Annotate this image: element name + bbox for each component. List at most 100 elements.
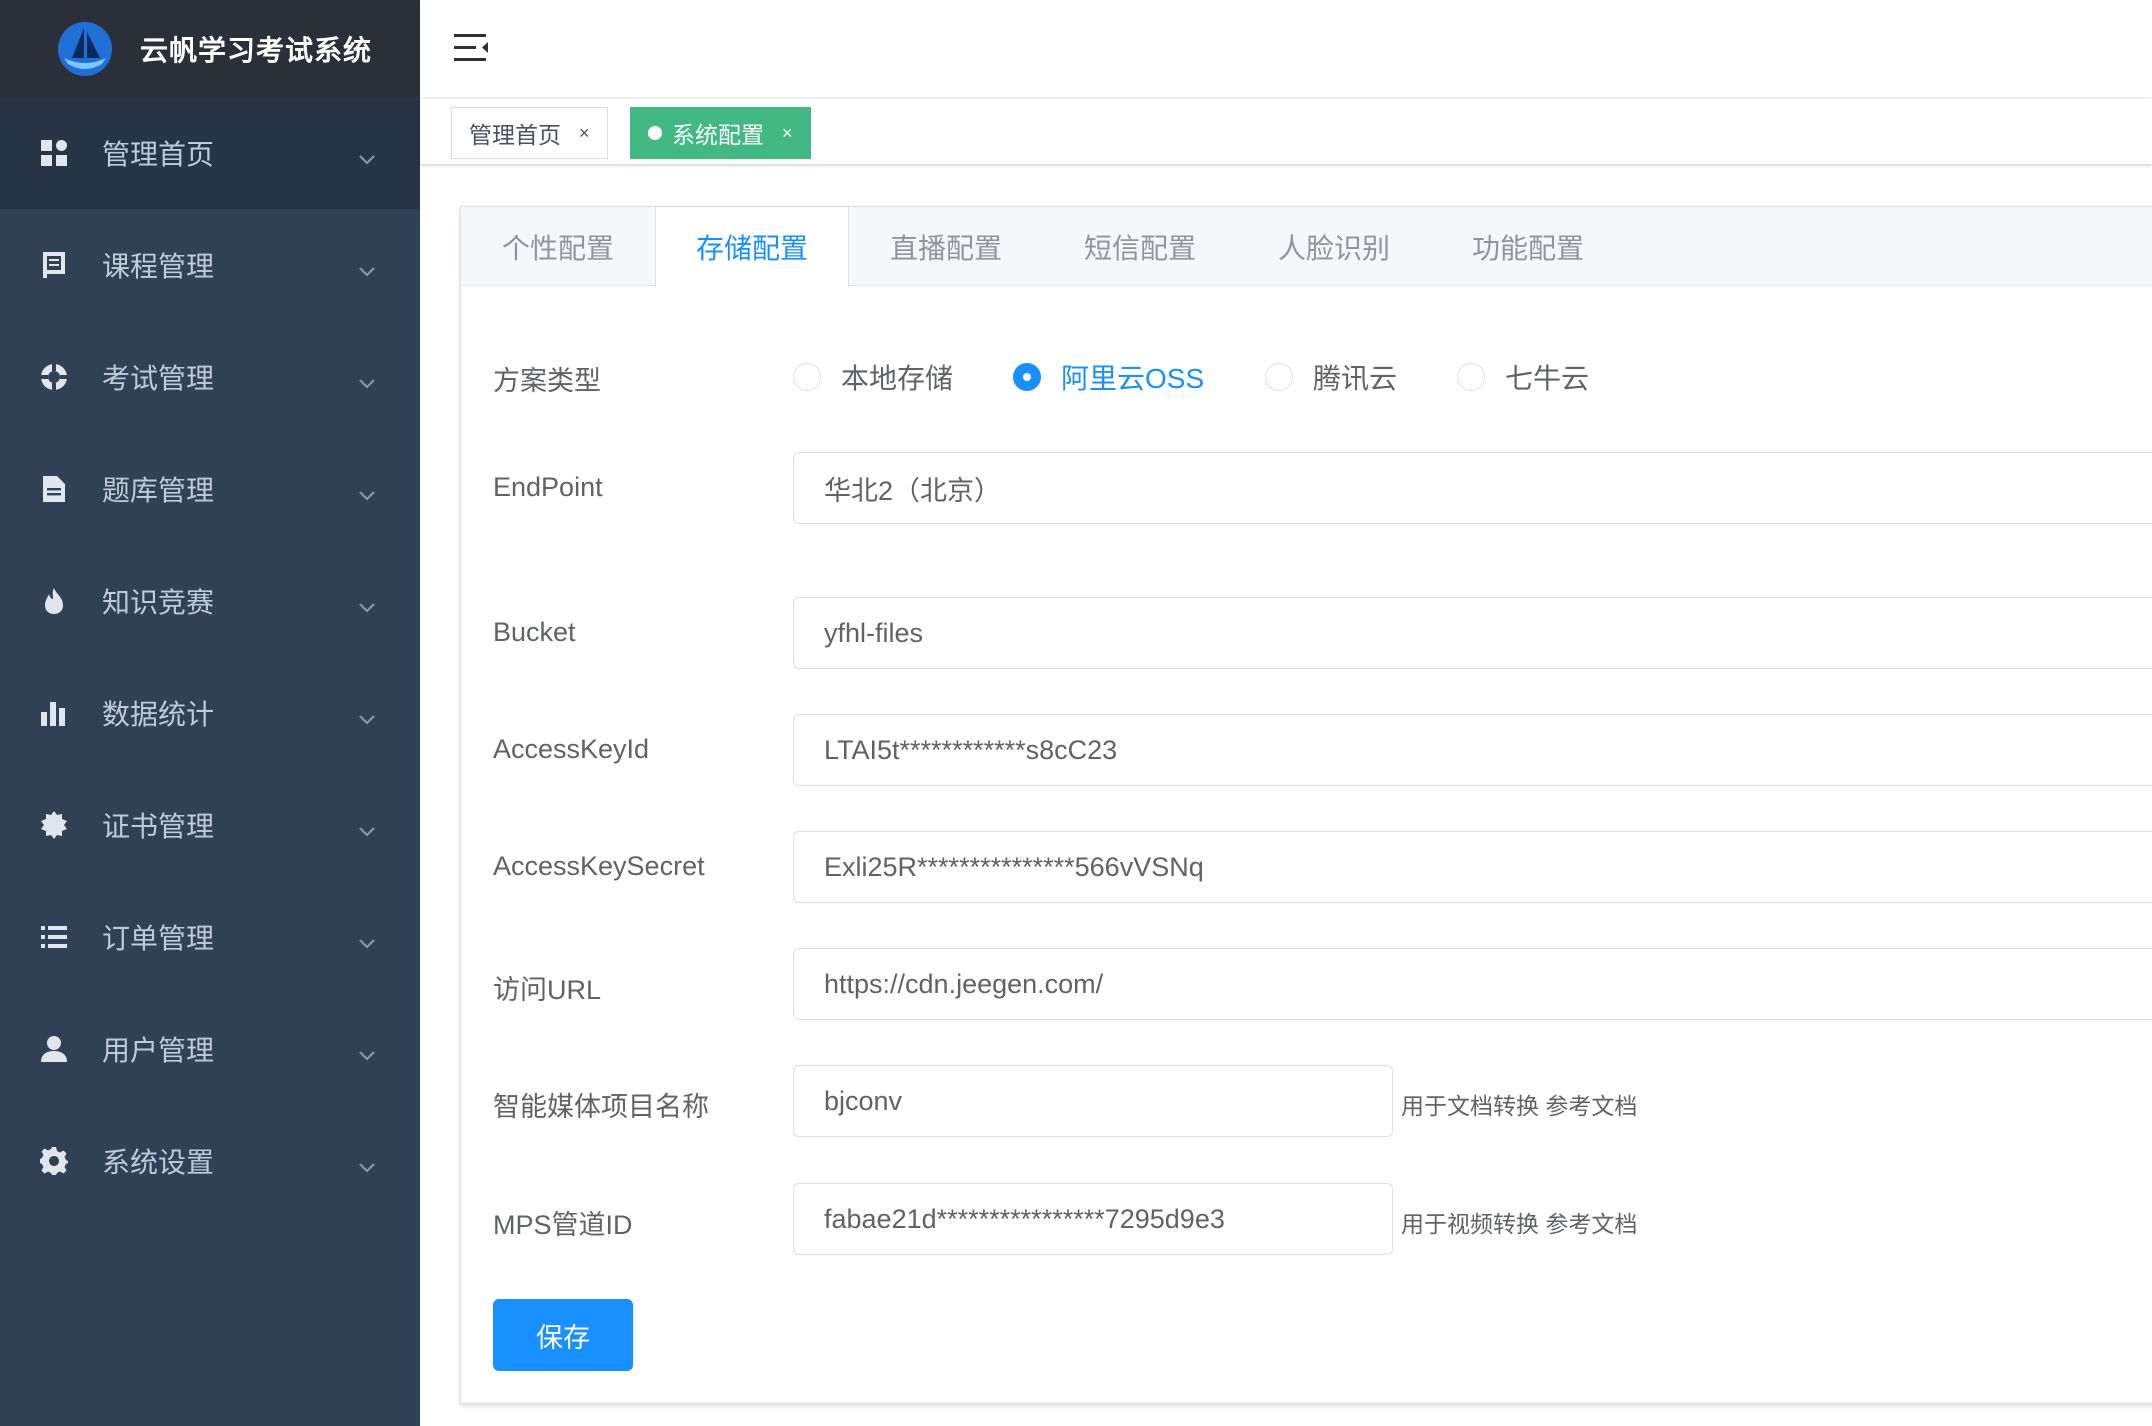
close-icon[interactable]: ×: [579, 123, 590, 144]
radio-aliyun-oss[interactable]: 阿里云OSS: [1013, 357, 1204, 397]
bucket-row: Bucket yfhl-files: [461, 597, 2152, 669]
tabs-header: 个性配置 存储配置 直播配置 短信配置 人脸识别 功能配置: [461, 207, 2152, 287]
bucket-input[interactable]: yfhl-files: [793, 597, 2152, 669]
sidebar-item-label: 知识竞赛: [102, 587, 215, 618]
sidebar-item-label: 管理首页: [102, 139, 215, 170]
active-dot-icon: [648, 126, 662, 140]
radio-circle: [1457, 363, 1485, 391]
tag-label: 管理首页: [469, 122, 561, 148]
fire-icon: [38, 585, 70, 617]
sidebar-item-label: 考试管理: [102, 363, 215, 394]
sidebar-item-label: 用户管理: [102, 1035, 215, 1066]
logo-bar: 云帆学习考试系统: [0, 0, 420, 97]
exam-icon: [38, 361, 70, 393]
bucket-label: Bucket: [493, 617, 576, 647]
sidebar-item-label: 系统设置: [102, 1147, 215, 1178]
chevron-down-icon: [358, 477, 376, 501]
sidebar-item-settings[interactable]: 系统设置: [0, 1105, 420, 1217]
sidebar-item-label: 课程管理: [102, 251, 215, 282]
chevron-down-icon: [358, 1037, 376, 1061]
dashboard-icon: [38, 137, 70, 169]
radio-circle: [793, 363, 821, 391]
access-key-id-input[interactable]: LTAI5t************s8cC23: [793, 714, 2152, 786]
access-url-input[interactable]: https://cdn.jeegen.com/: [793, 948, 2152, 1020]
radio-label: 七牛云: [1505, 363, 1590, 394]
bar-chart-icon: [38, 697, 70, 729]
access-key-secret-input[interactable]: Exli25R***************566vVSNq: [793, 831, 2152, 903]
chevron-down-icon: [358, 141, 376, 165]
tab-personal-config[interactable]: 个性配置: [461, 207, 655, 286]
user-icon: [38, 1033, 70, 1065]
radio-local-storage[interactable]: 本地存储: [793, 357, 953, 397]
gear-icon: [38, 1145, 70, 1177]
sidebar-item-question-bank[interactable]: 题库管理: [0, 433, 420, 545]
sidebar-item-course[interactable]: 课程管理: [0, 209, 420, 321]
logo-icon: [58, 21, 112, 76]
question-bank-icon: [38, 473, 70, 505]
navbar: [420, 0, 2152, 97]
access-key-id-row: AccessKeyId LTAI5t************s8cC23: [461, 714, 2152, 786]
chevron-down-icon: [358, 701, 376, 725]
media-project-help[interactable]: 用于文档转换 参考文档: [1401, 1087, 1637, 1121]
radio-label: 阿里云OSS: [1061, 363, 1205, 394]
mps-pipeline-row: MPS管道ID fabae21d****************7295d9e3…: [461, 1183, 2152, 1255]
sidebar-item-label: 题库管理: [102, 475, 215, 506]
access-key-id-label: AccessKeyId: [493, 734, 650, 764]
endpoint-row: EndPoint 华北2（北京）: [461, 452, 2152, 524]
sidebar-item-label: 数据统计: [102, 699, 215, 730]
save-button[interactable]: 保存: [493, 1299, 633, 1371]
sidebar-item-user[interactable]: 用户管理: [0, 993, 420, 1105]
chevron-down-icon: [358, 589, 376, 613]
scheme-label: 方案类型: [493, 366, 601, 396]
access-url-label: 访问URL: [493, 975, 602, 1005]
chevron-down-icon: [358, 925, 376, 949]
certificate-icon: [38, 809, 70, 841]
access-key-secret-row: AccessKeySecret Exli25R***************56…: [461, 831, 2152, 903]
mps-pipeline-help[interactable]: 用于视频转换 参考文档: [1401, 1205, 1637, 1239]
course-icon: [38, 249, 70, 281]
radio-tencent-cloud[interactable]: 腾讯云: [1265, 357, 1397, 397]
tag-system-config[interactable]: 系统配置 ×: [630, 107, 811, 159]
endpoint-input[interactable]: 华北2（北京）: [793, 452, 2152, 524]
access-url-row: 访问URL https://cdn.jeegen.com/: [461, 948, 2152, 1020]
tab-face-recognition[interactable]: 人脸识别: [1237, 207, 1431, 286]
app-title: 云帆学习考试系统: [140, 34, 373, 66]
chevron-down-icon: [358, 813, 376, 837]
sidebar: 云帆学习考试系统 管理首页 课程管理 考试管理 题库管理 知识竞赛 数据统计 证…: [0, 0, 420, 1426]
radio-circle: [1265, 363, 1293, 391]
close-icon[interactable]: ×: [782, 123, 793, 144]
media-project-label: 智能媒体项目名称: [493, 1092, 709, 1122]
sidebar-item-competition[interactable]: 知识竞赛: [0, 545, 420, 657]
sidebar-item-exam[interactable]: 考试管理: [0, 321, 420, 433]
tag-label: 系统配置: [672, 122, 764, 148]
media-project-input[interactable]: bjconv: [793, 1065, 1393, 1137]
tags-view: 管理首页 × 系统配置 ×: [420, 99, 2152, 165]
tab-live-config[interactable]: 直播配置: [849, 207, 1043, 286]
mps-pipeline-label: MPS管道ID: [493, 1210, 633, 1240]
sidebar-item-label: 订单管理: [102, 923, 215, 954]
radio-circle: [1013, 363, 1041, 391]
list-icon: [38, 921, 70, 953]
radio-label: 腾讯云: [1313, 363, 1398, 394]
hamburger-icon[interactable]: [452, 30, 490, 66]
radio-label: 本地存储: [841, 363, 954, 394]
sidebar-item-certificate[interactable]: 证书管理: [0, 769, 420, 881]
tab-storage-config[interactable]: 存储配置: [655, 207, 849, 287]
sidebar-item-statistics[interactable]: 数据统计: [0, 657, 420, 769]
tab-sms-config[interactable]: 短信配置: [1043, 207, 1237, 286]
chevron-down-icon: [358, 1149, 376, 1173]
tag-dashboard[interactable]: 管理首页 ×: [451, 107, 608, 159]
mps-pipeline-input[interactable]: fabae21d****************7295d9e3: [793, 1183, 1393, 1255]
chevron-down-icon: [358, 253, 376, 277]
access-key-secret-label: AccessKeySecret: [493, 851, 705, 881]
endpoint-label: EndPoint: [493, 472, 603, 502]
radio-qiniu-cloud[interactable]: 七牛云: [1457, 357, 1589, 397]
tab-feature-config[interactable]: 功能配置: [1431, 207, 1625, 286]
sidebar-item-label: 证书管理: [102, 811, 215, 842]
sidebar-item-dashboard[interactable]: 管理首页: [0, 97, 420, 209]
chevron-down-icon: [358, 365, 376, 389]
scheme-row: 方案类型 本地存储 阿里云OSS 腾讯云 七牛云: [461, 357, 2152, 397]
sidebar-item-order[interactable]: 订单管理: [0, 881, 420, 993]
config-card: 个性配置 存储配置 直播配置 短信配置 人脸识别 功能配置 方案类型 本地存储 …: [460, 206, 2152, 1404]
media-project-row: 智能媒体项目名称 bjconv 用于文档转换 参考文档: [461, 1065, 2152, 1137]
